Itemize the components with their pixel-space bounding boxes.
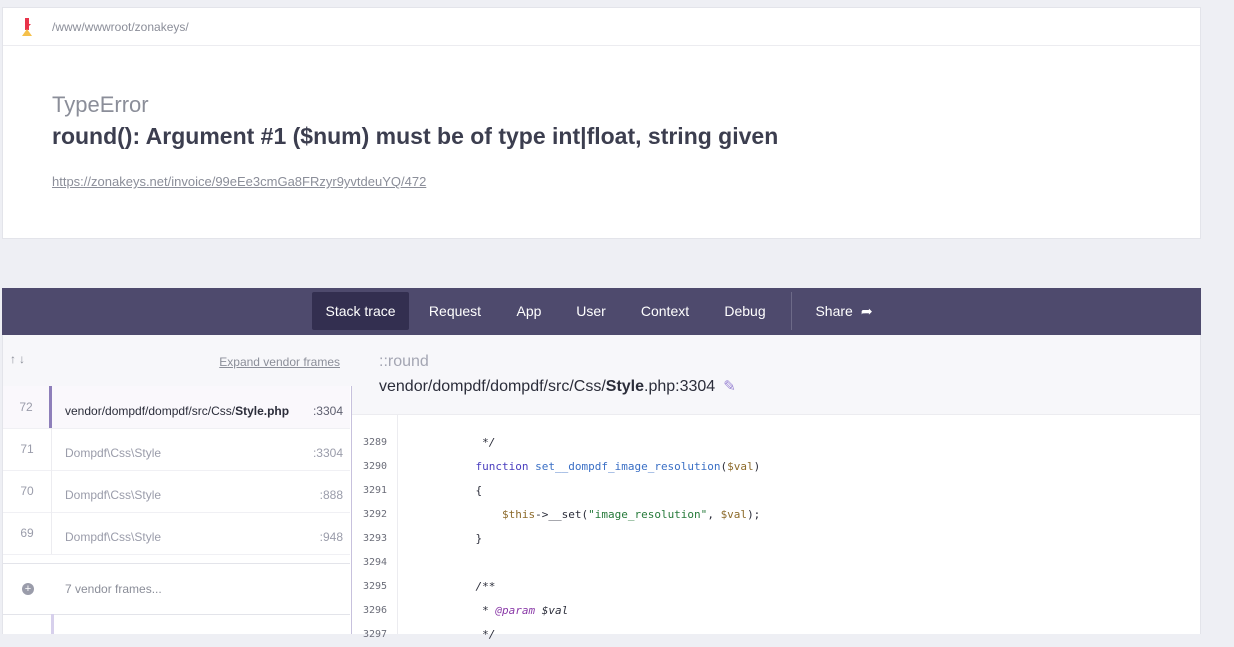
- stack-frame-69[interactable]: 69 Dompdf\Css\Style :948: [3, 512, 350, 555]
- stack-frame-70[interactable]: 70 Dompdf\Css\Style :888: [3, 470, 350, 513]
- frame-detail-header: ::round vendor/dompdf/dompdf/src/Css/Sty…: [352, 335, 1200, 415]
- stack-frame-72[interactable]: 72 vendor/dompdf/dompdf/src/Css/Style.ph…: [3, 386, 350, 429]
- frame-number: 71: [3, 428, 52, 470]
- project-path: /www/wwwroot/zonakeys/: [52, 19, 189, 34]
- frame-number: 70: [3, 470, 52, 512]
- tab-debug[interactable]: Debug: [714, 292, 776, 330]
- plus-circle-icon: +: [22, 583, 34, 595]
- share-button[interactable]: Share ➦: [802, 292, 886, 330]
- stack-frames-panel: ↑↓ Expand vendor frames 72 vendor/dompdf…: [2, 335, 354, 634]
- vendor-frames-toggle[interactable]: + 7 vendor frames...: [3, 563, 350, 615]
- ignition-logo: [19, 8, 49, 45]
- tab-request[interactable]: Request: [420, 292, 490, 330]
- frame-file: Dompdf\Css\Style: [65, 530, 162, 544]
- frame-number: 69: [3, 512, 52, 554]
- tab-divider: [791, 292, 792, 330]
- error-header-card: /www/wwwroot/zonakeys/ TypeError round()…: [2, 7, 1201, 239]
- frame-method: ::round: [379, 353, 429, 370]
- frame-navigation-arrows[interactable]: ↑↓: [10, 352, 28, 366]
- path-bar: /www/wwwroot/zonakeys/: [3, 8, 1200, 46]
- exception-type: TypeError: [52, 92, 149, 117]
- tab-user[interactable]: User: [566, 292, 616, 330]
- request-url-link[interactable]: https://zonakeys.net/invoice/99eEe3cmGa8…: [52, 174, 426, 189]
- tab-share-label: Share: [815, 303, 853, 319]
- frame-file-path: vendor/dompdf/dompdf/src/Css/Style.php:3…: [379, 377, 736, 395]
- tab-app[interactable]: App: [505, 292, 553, 330]
- next-frame-partial: [3, 614, 350, 634]
- frame-detail-panel: ::round vendor/dompdf/dompdf/src/Css/Sty…: [352, 335, 1201, 641]
- vendor-frames-label: 7 vendor frames...: [65, 582, 162, 596]
- code-text: function set__dompdf_image_resolution($v…: [475, 460, 761, 473]
- tab-stack-trace[interactable]: Stack trace: [312, 292, 409, 330]
- tab-context[interactable]: Context: [630, 292, 700, 330]
- frame-number: 72: [3, 386, 52, 428]
- exception-message: round(): Argument #1 ($num) must be of t…: [52, 123, 779, 149]
- tab-bar: Stack trace Request App User Context Deb…: [2, 288, 1201, 335]
- expand-vendor-frames-link[interactable]: Expand vendor frames: [219, 355, 340, 369]
- stack-frame-71[interactable]: 71 Dompdf\Css\Style :3304: [3, 428, 350, 471]
- pencil-icon[interactable]: ✎: [723, 377, 736, 395]
- frame-line: :948: [319, 530, 343, 544]
- code-snippet: 3289 */ 3290 function set__dompdf_image_…: [352, 415, 1197, 641]
- frames-header: ↑↓ Expand vendor frames: [3, 335, 352, 386]
- share-arrow-icon: ➦: [860, 303, 873, 319]
- code-text: $this->__set("image_resolution", $val);: [501, 508, 761, 521]
